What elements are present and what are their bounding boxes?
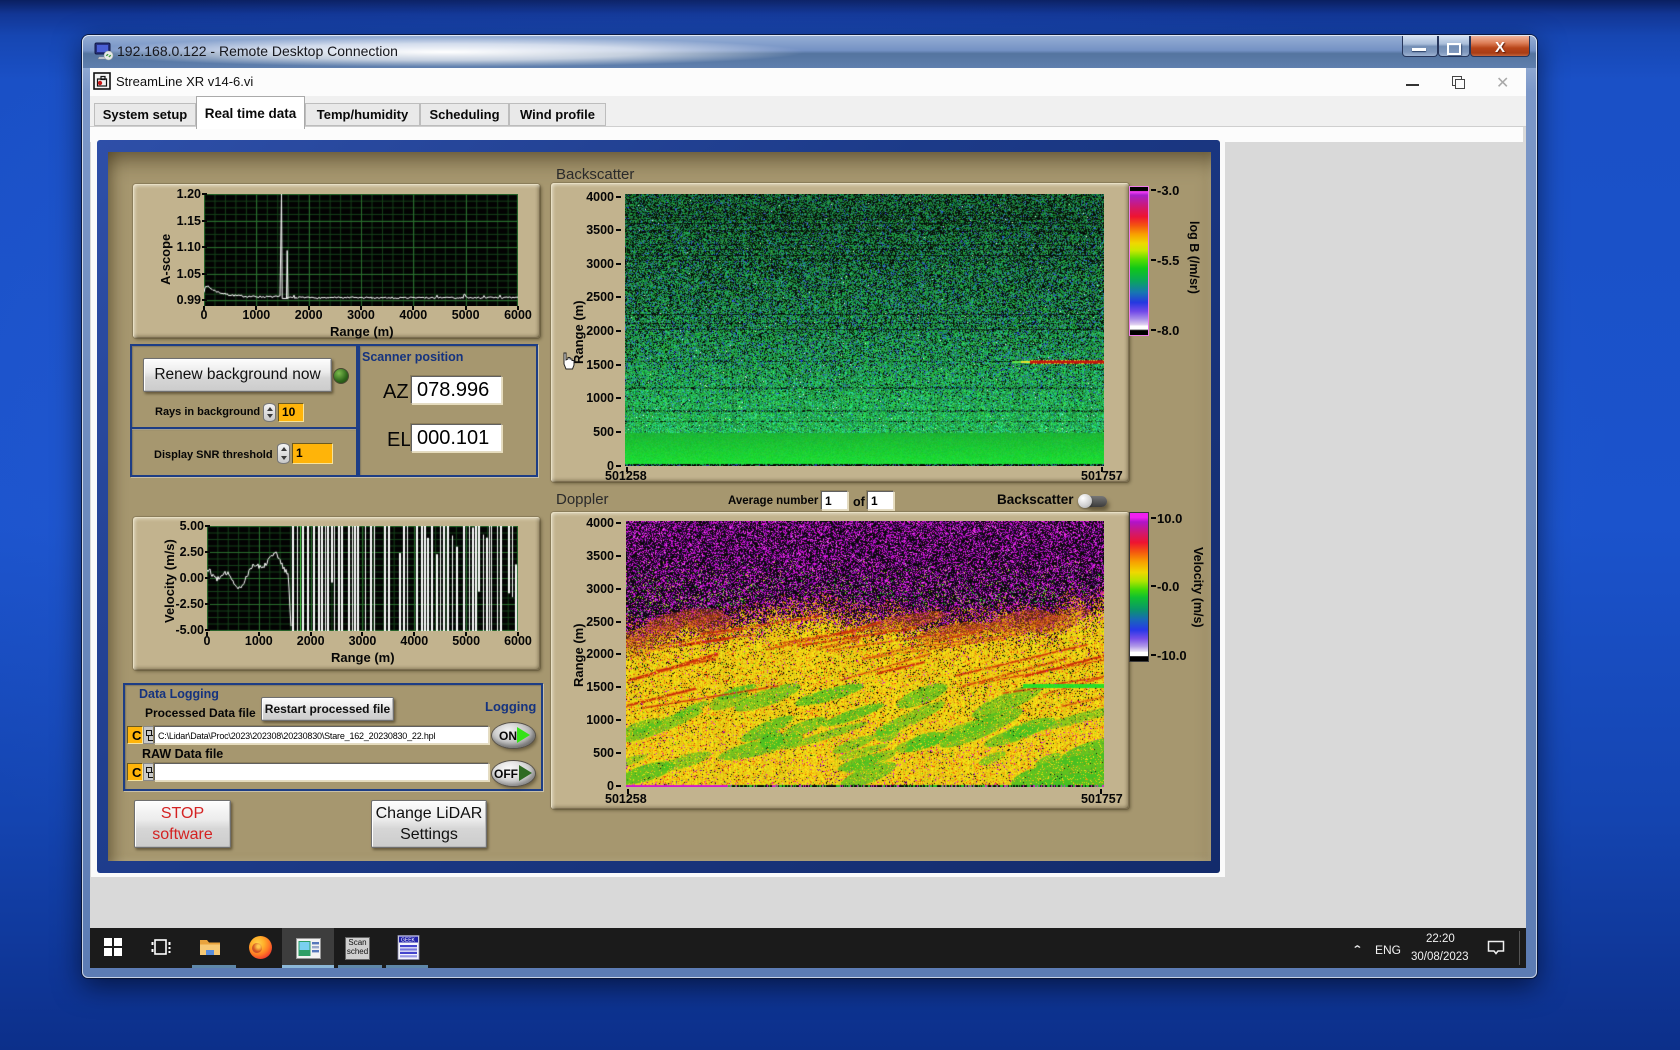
svg-text:GEEK: GEEK	[401, 938, 416, 944]
